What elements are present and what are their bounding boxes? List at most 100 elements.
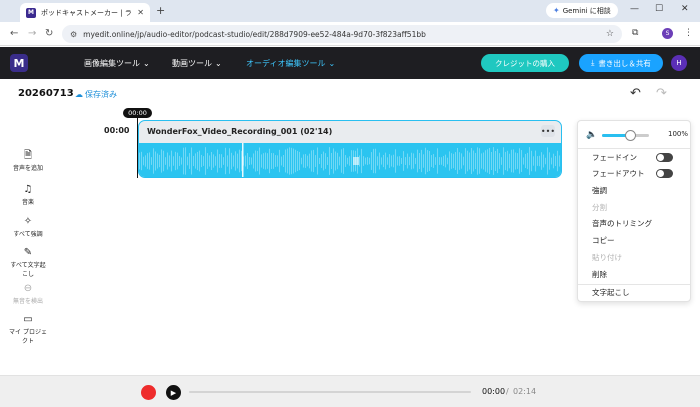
fade-out-toggle[interactable] — [656, 169, 673, 178]
forward-icon[interactable]: → — [28, 28, 36, 39]
waveform-bar — [535, 150, 536, 172]
reload-icon[interactable]: ↻ — [45, 28, 53, 39]
waveform-bar — [209, 155, 210, 167]
menu-label: オーディオ編集ツール — [246, 59, 326, 68]
waveform-bar — [553, 153, 554, 169]
total-time: 02:14 — [513, 387, 537, 396]
waveform-bar — [231, 152, 232, 170]
menu-item-fade-in[interactable]: フェードイン — [592, 152, 637, 163]
app-logo[interactable]: M — [10, 54, 28, 72]
bookmark-star-icon[interactable]: ☆ — [606, 29, 614, 39]
browser-profile-avatar[interactable]: S — [662, 28, 673, 39]
sidebar-item-enhance-all[interactable]: ✧ すべて強調 — [8, 216, 48, 238]
close-tab-icon[interactable]: ✕ — [137, 8, 144, 17]
volume-slider[interactable] — [602, 130, 649, 141]
new-tab-icon[interactable]: + — [156, 4, 165, 17]
export-share-button[interactable]: ⤓ 書き出し＆共有 — [579, 54, 663, 72]
fade-in-toggle[interactable] — [656, 153, 673, 162]
user-avatar[interactable]: H — [671, 55, 687, 71]
waveform-bar — [211, 151, 212, 171]
waveform-bar — [433, 154, 434, 168]
sidebar-item-label: すべて文字起こし — [10, 262, 46, 278]
menu-item-paste[interactable]: 貼り付け — [592, 252, 622, 263]
menu-item-enhance[interactable]: 強調 — [592, 185, 607, 196]
menu-item-split[interactable]: 分割 — [592, 202, 607, 213]
download-icon: ⤓ — [591, 58, 595, 67]
chevron-down-icon: ⌄ — [328, 59, 336, 68]
menu-item-trim-audio[interactable]: 音声のトリミング — [592, 218, 652, 229]
waveform-bar — [471, 148, 472, 174]
sidebar-item-music[interactable]: ♫ 音楽 — [8, 184, 48, 206]
menu-audio-tools[interactable]: オーディオ編集ツール ⌄ — [246, 58, 335, 69]
sidebar-item-detect-silence[interactable]: ⊖ 無音を検出 — [8, 283, 48, 305]
waveform-bar — [333, 148, 334, 174]
address-bar-row: ← → ↻ ⚙ myedit.online/jp/audio-editor/po… — [0, 22, 700, 46]
waveform-bar — [247, 153, 248, 169]
sidebar-item-my-projects[interactable]: ▭ マイ プロジェクト — [8, 314, 48, 345]
waveform-bar — [207, 153, 208, 169]
menu-item-transcribe[interactable]: 文字起こし — [592, 287, 630, 298]
browser-menu-icon[interactable]: ⋮ — [684, 28, 693, 38]
menu-item-delete[interactable]: 削除 — [592, 269, 607, 280]
menu-item-copy[interactable]: コピー — [592, 235, 615, 246]
saved-label: 保存済み — [85, 90, 117, 99]
gemini-spark-icon: ✦ — [553, 6, 560, 15]
waveform-bar — [435, 157, 436, 165]
sidebar-item-add-audio[interactable]: 🗎 音声を追加 — [8, 150, 48, 172]
volume-slider-knob[interactable] — [625, 130, 636, 141]
waveform-bar — [381, 157, 382, 165]
waveform-bar — [275, 155, 276, 167]
waveform-bar — [189, 153, 190, 169]
sidebar-item-transcribe-all[interactable]: ✎ すべて文字起こし — [8, 247, 48, 278]
more-options-icon[interactable]: ••• — [541, 125, 555, 137]
waveform-bar — [175, 151, 176, 171]
clip-context-menu: 🔈 100% フェードイン フェードアウト 強調 分割 音声のトリミング コピー… — [577, 120, 691, 302]
audio-clip[interactable]: WonderFox_Video_Recording_001 (02'14) ••… — [138, 120, 562, 178]
waveform-bar — [317, 147, 318, 175]
waveform-bar — [299, 151, 300, 171]
waveform-bar — [143, 156, 144, 166]
audio-waveform[interactable] — [139, 143, 561, 177]
waveform-bar — [487, 149, 488, 173]
enhance-icon: ✧ — [23, 216, 33, 227]
waveform-bar — [191, 147, 192, 175]
browser-tab[interactable]: M ポッドキャストメーカー | ラジオ音声... ✕ — [20, 3, 150, 22]
waveform-bar — [485, 150, 486, 172]
gemini-button[interactable]: ✦ Gemini に相談 — [546, 3, 618, 18]
gemini-label: Gemini に相談 — [562, 6, 611, 15]
menu-image-tools[interactable]: 画像編集ツール ⌄ — [84, 58, 150, 69]
waveform-bar — [427, 150, 428, 172]
chevron-down-icon: ⌄ — [143, 59, 150, 68]
close-window-icon[interactable]: ✕ — [681, 4, 689, 14]
waveform-bar — [221, 154, 222, 168]
menu-video-tools[interactable]: 動画ツール ⌄ — [172, 58, 222, 69]
playback-scrubber[interactable] — [189, 391, 471, 393]
volume-control: 🔈 100% — [586, 129, 688, 141]
url-field[interactable]: ⚙ myedit.online/jp/audio-editor/podcast-… — [62, 25, 622, 43]
project-name[interactable]: 20260713 — [18, 88, 74, 99]
buy-credits-button[interactable]: クレジットの購入 — [481, 54, 569, 72]
waveform-bar — [429, 150, 430, 172]
site-info-icon[interactable]: ⚙ — [70, 30, 77, 39]
extensions-icon[interactable]: ⧉ — [632, 28, 638, 38]
minimize-icon[interactable]: — — [630, 4, 639, 14]
back-icon[interactable]: ← — [10, 28, 18, 39]
waveform-bar — [399, 156, 400, 166]
url-text: myedit.online/jp/audio-editor/podcast-st… — [83, 29, 426, 39]
playhead-time-badge[interactable]: 00:00 — [123, 108, 152, 118]
undo-icon[interactable]: ↶ — [630, 86, 641, 101]
maximize-icon[interactable]: ☐ — [655, 4, 663, 14]
record-button[interactable] — [141, 385, 156, 400]
waveform-bar — [163, 150, 164, 172]
waveform-bar — [383, 154, 384, 168]
redo-icon[interactable]: ↷ — [656, 86, 667, 101]
waveform-bar — [503, 147, 504, 175]
waveform-bar — [239, 149, 240, 173]
speaker-icon[interactable]: 🔈 — [586, 130, 597, 140]
play-button[interactable]: ▶ — [166, 385, 181, 400]
menu-item-fade-out[interactable]: フェードアウト — [592, 168, 645, 179]
waveform-bar — [337, 152, 338, 170]
waveform-bar — [155, 151, 156, 171]
waveform-bar — [323, 151, 324, 171]
waveform-bar — [347, 157, 348, 165]
